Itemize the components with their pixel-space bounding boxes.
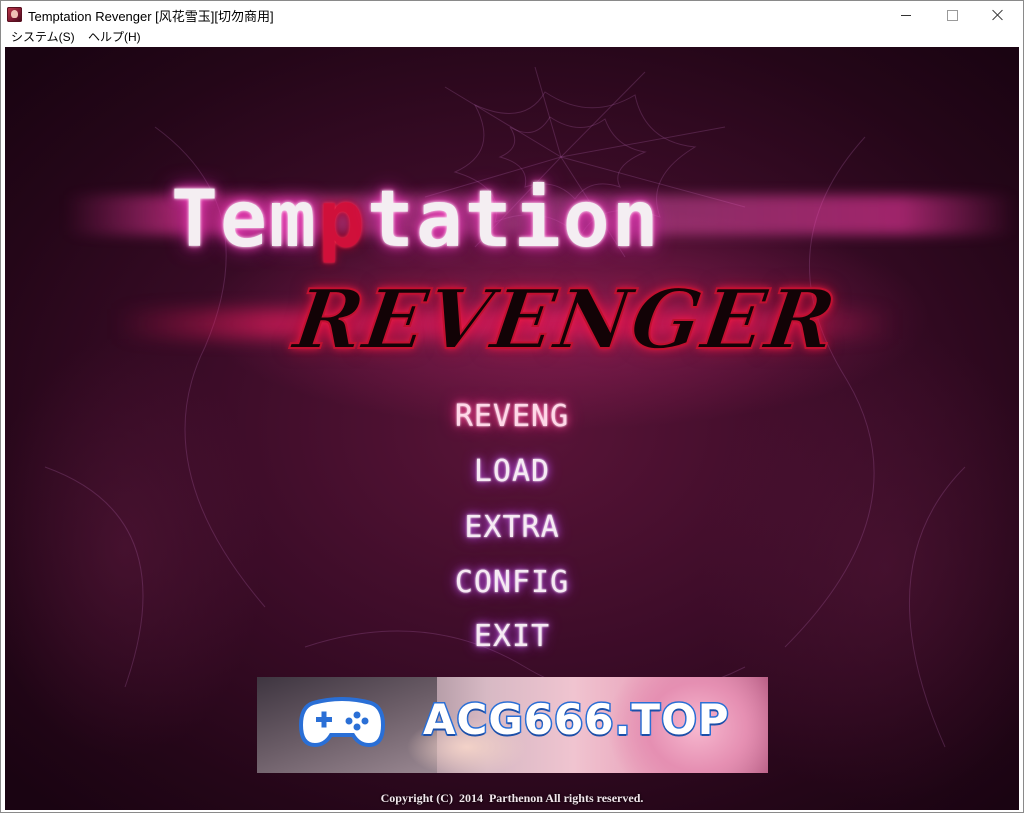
logo-title-part1: Tem [171,175,318,265]
reveng-button[interactable]: REVENG [5,399,1019,435]
gamepad-icon [299,697,385,748]
logo-title-part2: tation [366,175,661,265]
exit-button[interactable]: EXIT [5,619,1019,655]
menu-bar: システム(S) ヘルプ(H) [1,29,1023,46]
close-button[interactable] [975,1,1021,29]
logo-title: Temptation [171,181,661,259]
logo-subtitle: REVENGER [287,271,885,380]
logo-title-accent: p [317,175,367,265]
app-icon[interactable] [7,7,22,22]
maximize-icon [946,9,958,21]
copyright-text: Copyright (C) 2014 Parthenon All rights … [380,791,644,805]
menu-help[interactable]: ヘルプ(H) [85,29,144,46]
extra-button[interactable]: EXTRA [5,510,1019,546]
minimize-icon [901,14,911,16]
minimize-button[interactable] [883,1,929,29]
window-title: Temptation Revenger [风花雪玉][切勿商用] [28,9,274,24]
game-screen[interactable]: Temptation REVENGER REVENG LOAD EXTRA CO… [5,47,1019,810]
config-button[interactable]: CONFIG [5,565,1019,601]
close-icon [992,9,1004,21]
title-bar[interactable]: Temptation Revenger [风花雪玉][切勿商用] [1,1,1023,29]
ad-banner[interactable]: ACG666.TOP [257,677,768,773]
menu-system[interactable]: システム(S) [8,29,78,46]
banner-text: ACG666.TOP [422,695,731,744]
load-button[interactable]: LOAD [5,454,1019,490]
logo-subtitle-text: REVENGER [287,271,843,369]
maximize-button[interactable] [929,1,975,29]
app-window: Temptation Revenger [风花雪玉][切勿商用] システム(S)… [0,0,1024,813]
